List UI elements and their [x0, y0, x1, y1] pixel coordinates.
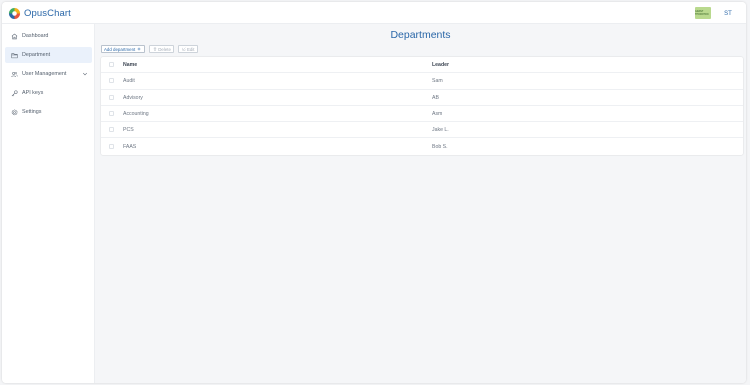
sidebar-item-api-keys[interactable]: API keys	[5, 85, 92, 101]
department-leader: Asm	[432, 110, 443, 117]
sidebar-item-label: Settings	[22, 109, 42, 115]
sidebar-item-label: Dashboard	[22, 33, 49, 39]
add-department-button[interactable]: Add department	[101, 45, 146, 53]
department-leader: Sam	[432, 78, 443, 85]
organization-logo-text: GRANT THORNTON	[695, 10, 709, 16]
sidebar-item-label: User Management	[22, 71, 67, 77]
trash-icon	[154, 47, 157, 51]
sidebar-item-user-management[interactable]: User Management	[5, 66, 92, 82]
table-row[interactable]: FAAS Bob S.	[101, 139, 743, 155]
sidebar-item-department[interactable]: Department	[5, 47, 92, 63]
opuschart-logo-icon	[8, 7, 21, 19]
department-name: FAAS	[123, 143, 137, 150]
department-name: Accounting	[123, 110, 149, 117]
department-name: Audit	[123, 78, 135, 85]
sidebar-item-settings[interactable]: Settings	[5, 104, 92, 120]
table-row[interactable]: Audit Sam	[101, 73, 743, 90]
departments-table: Name Leader Audit Sam Advisory AB Accoun…	[101, 57, 743, 155]
department-leader: Bob S.	[432, 143, 448, 150]
app-window: OpusChart GRANT THORNTON ST Dashboard De…	[2, 2, 746, 383]
sidebar: Dashboard Department User Management API…	[2, 24, 95, 383]
row-checkbox[interactable]	[109, 110, 114, 116]
sidebar-item-label: Department	[22, 52, 51, 58]
table-row[interactable]: Accounting Asm	[101, 106, 743, 123]
department-leader: AB	[432, 94, 439, 101]
select-all-checkbox[interactable]	[109, 62, 114, 67]
delete-label: Delete	[158, 46, 171, 52]
table-row[interactable]: Advisory AB	[101, 90, 743, 106]
home-icon	[10, 32, 18, 40]
toolbar: Add department Delete Edit	[101, 45, 198, 53]
key-icon	[10, 89, 18, 97]
add-department-label: Add department	[104, 46, 136, 52]
table-header-row: Name Leader	[101, 57, 743, 74]
gear-icon	[10, 108, 18, 116]
row-checkbox[interactable]	[109, 94, 114, 100]
edit-icon	[182, 47, 186, 51]
sidebar-item-dashboard[interactable]: Dashboard	[5, 28, 92, 44]
edit-button[interactable]: Edit	[177, 45, 198, 53]
department-name: Advisory	[123, 94, 143, 101]
users-icon	[10, 70, 18, 78]
chevron-down-icon[interactable]	[82, 71, 88, 77]
column-header-name[interactable]: Name	[123, 57, 137, 73]
delete-button[interactable]: Delete	[149, 45, 174, 53]
department-leader: Jake L.	[432, 127, 449, 134]
user-avatar[interactable]: ST	[721, 8, 735, 19]
row-checkbox[interactable]	[109, 143, 114, 149]
top-bar: OpusChart GRANT THORNTON ST	[2, 2, 746, 24]
row-checkbox[interactable]	[109, 78, 114, 84]
main-content: Departments Add department Delete Edit N…	[95, 24, 746, 383]
plus-icon	[137, 47, 141, 51]
table-row[interactable]: PCS Jake L.	[101, 122, 743, 139]
folder-icon	[10, 51, 18, 59]
sidebar-item-label: API keys	[22, 90, 44, 96]
brand-name: OpusChart	[24, 7, 71, 19]
organization-logo: GRANT THORNTON	[695, 7, 711, 19]
row-checkbox[interactable]	[109, 127, 114, 133]
column-header-leader[interactable]: Leader	[432, 57, 449, 73]
brand-logo[interactable]: OpusChart	[8, 6, 71, 20]
page-title: Departments	[390, 29, 451, 41]
edit-label: Edit	[186, 46, 195, 52]
department-name: PCS	[123, 127, 134, 134]
